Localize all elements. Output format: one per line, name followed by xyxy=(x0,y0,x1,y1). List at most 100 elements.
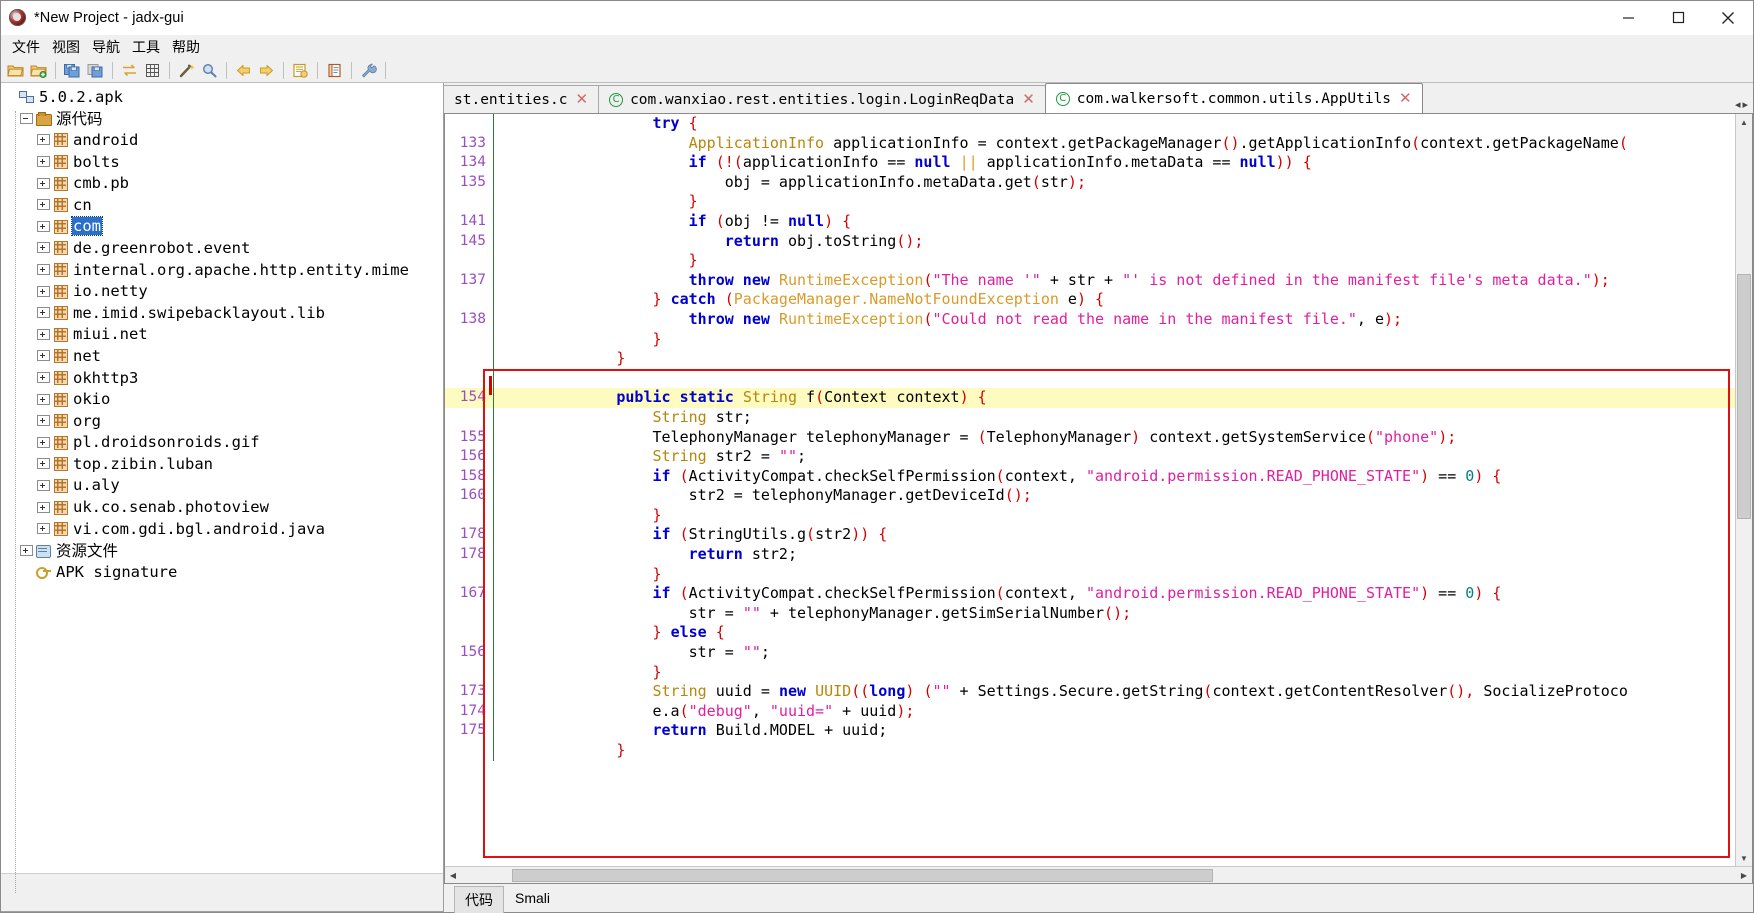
maximize-button[interactable] xyxy=(1653,1,1703,35)
minimize-button[interactable] xyxy=(1603,1,1653,35)
decompile-all-icon[interactable] xyxy=(290,60,311,81)
window-controls xyxy=(1603,1,1753,35)
open-file-icon[interactable] xyxy=(5,60,26,81)
tree-node-label: io.netty xyxy=(73,282,148,301)
flatten-packages-icon[interactable] xyxy=(142,60,163,81)
code-line: String str; xyxy=(445,407,1735,428)
search-icon[interactable] xyxy=(199,60,220,81)
tab-login-req-data[interactable]: Ccom.wanxiao.rest.entities.login.LoginRe… xyxy=(598,85,1046,113)
tree-node[interactable]: top.zibin.luban xyxy=(3,453,443,475)
wrench-icon[interactable] xyxy=(358,60,379,81)
editor-tab-strip[interactable]: st.entities.c ✕ Ccom.wanxiao.rest.entities… xyxy=(444,83,1753,113)
collapse-icon[interactable] xyxy=(20,112,33,124)
expand-icon[interactable] xyxy=(37,415,50,427)
tab-scroll-controls[interactable]: ◂ ▸ xyxy=(1729,98,1753,113)
code-text: String str; xyxy=(652,407,752,426)
sync-arrows-icon[interactable] xyxy=(119,60,140,81)
tree-node[interactable]: vi.com.gdi.bgl.android.java xyxy=(3,518,443,540)
tab-app-utils[interactable]: Ccom.walkersoft.common.utils.AppUtils ✕ xyxy=(1044,83,1423,113)
expand-icon[interactable] xyxy=(37,307,50,319)
expand-icon[interactable] xyxy=(37,436,50,448)
tree-node[interactable]: 资源文件 xyxy=(3,539,443,561)
tree-node[interactable]: cn xyxy=(3,194,443,216)
close-button[interactable] xyxy=(1703,1,1753,35)
expand-icon[interactable] xyxy=(37,458,50,470)
line-number: 158 xyxy=(459,467,486,484)
back-arrow-icon[interactable] xyxy=(233,60,254,81)
expand-icon[interactable] xyxy=(20,544,33,556)
expand-icon[interactable] xyxy=(37,393,50,405)
expand-icon[interactable] xyxy=(37,501,50,513)
code-view[interactable]: try {133 ApplicationInfo applicationInfo… xyxy=(445,114,1735,866)
tree-node[interactable]: me.imid.swipebacklayout.lib xyxy=(3,302,443,324)
tab-close-icon[interactable]: ✕ xyxy=(1021,92,1036,107)
code-text: } xyxy=(652,505,662,524)
tab-close-icon[interactable]: ✕ xyxy=(1398,91,1413,106)
tree-node[interactable]: com xyxy=(3,216,443,238)
menu-navigation[interactable]: 导航 xyxy=(86,35,126,59)
tree-node[interactable]: bolts xyxy=(3,151,443,173)
notebook-icon[interactable] xyxy=(324,60,345,81)
expand-icon[interactable] xyxy=(37,156,50,168)
vertical-scroll-track[interactable] xyxy=(1736,130,1752,850)
tab-rest-entities-c[interactable]: st.entities.c ✕ xyxy=(444,85,600,113)
tree-node[interactable]: de.greenrobot.event xyxy=(3,237,443,259)
expand-icon[interactable] xyxy=(37,523,50,535)
expand-icon[interactable] xyxy=(37,285,50,297)
expand-icon[interactable] xyxy=(37,264,50,276)
menu-file[interactable]: 文件 xyxy=(6,35,46,59)
tree-node[interactable]: net xyxy=(3,345,443,367)
scroll-up-icon[interactable]: ▲ xyxy=(1736,114,1752,130)
project-tree[interactable]: 5.0.2.apk 源代码 android bolts cmb.pb cn com de.gr… xyxy=(1,83,443,873)
java-class-icon: C xyxy=(1055,91,1070,106)
expand-icon[interactable] xyxy=(37,372,50,384)
expand-icon[interactable] xyxy=(37,328,50,340)
horizontal-scrollbar[interactable]: ◀ ▶ xyxy=(445,866,1752,883)
tree-node[interactable]: okio xyxy=(3,388,443,410)
scroll-right-icon[interactable]: ▶ xyxy=(1736,871,1752,880)
tree-node[interactable]: cmb.pb xyxy=(3,172,443,194)
vertical-scroll-thumb[interactable] xyxy=(1737,274,1751,519)
code-line: 175 return Build.MODEL + uuid; xyxy=(445,721,1735,741)
tree-node[interactable]: android xyxy=(3,129,443,151)
tree-node[interactable]: APK signature xyxy=(3,561,443,583)
expand-icon[interactable] xyxy=(37,220,50,232)
bottom-tab-smali[interactable]: Smali xyxy=(504,886,561,911)
tree-node[interactable]: io.netty xyxy=(3,280,443,302)
bottom-tab-code[interactable]: 代码 xyxy=(454,886,504,913)
tree-node[interactable]: okhttp3 xyxy=(3,367,443,389)
save-all-icon[interactable] xyxy=(62,60,83,81)
scroll-down-icon[interactable]: ▼ xyxy=(1736,850,1752,866)
menu-tools[interactable]: 工具 xyxy=(126,35,166,59)
tree-node[interactable]: uk.co.senab.photoview xyxy=(3,496,443,518)
editor-bottom-tabs[interactable]: 代码 Smali xyxy=(444,884,1753,913)
tree-node[interactable]: miui.net xyxy=(3,324,443,346)
tree-node[interactable]: pl.droidsonroids.gif xyxy=(3,432,443,454)
save-disk-icon[interactable] xyxy=(85,60,106,81)
tree-node[interactable]: 源代码 xyxy=(3,108,443,130)
tree-node[interactable]: org xyxy=(3,410,443,432)
expand-icon[interactable] xyxy=(37,242,50,254)
menu-view[interactable]: 视图 xyxy=(46,35,86,59)
tree-node[interactable]: u.aly xyxy=(3,475,443,497)
horizontal-scroll-track[interactable] xyxy=(461,868,1736,883)
package-icon xyxy=(52,240,69,256)
tab-scroll-right-icon[interactable]: ▸ xyxy=(1742,98,1748,111)
expand-icon[interactable] xyxy=(37,350,50,362)
scroll-left-icon[interactable]: ◀ xyxy=(445,871,461,880)
expand-icon[interactable] xyxy=(37,479,50,491)
expand-icon[interactable] xyxy=(37,134,50,146)
code-text: } xyxy=(652,564,662,583)
vertical-scrollbar[interactable]: ▲ ▼ xyxy=(1735,114,1752,866)
tab-scroll-left-icon[interactable]: ◂ xyxy=(1735,98,1741,111)
horizontal-scroll-thumb[interactable] xyxy=(512,868,1214,882)
expand-icon[interactable] xyxy=(37,177,50,189)
menu-help[interactable]: 帮助 xyxy=(166,35,206,59)
tab-close-icon[interactable]: ✕ xyxy=(575,92,590,107)
open-project-icon[interactable] xyxy=(28,60,49,81)
expand-icon[interactable] xyxy=(37,199,50,211)
tree-node[interactable]: internal.org.apache.http.entity.mime xyxy=(3,259,443,281)
forward-arrow-icon[interactable] xyxy=(256,60,277,81)
wand-icon[interactable] xyxy=(176,60,197,81)
tree-node[interactable]: 5.0.2.apk xyxy=(3,86,443,108)
